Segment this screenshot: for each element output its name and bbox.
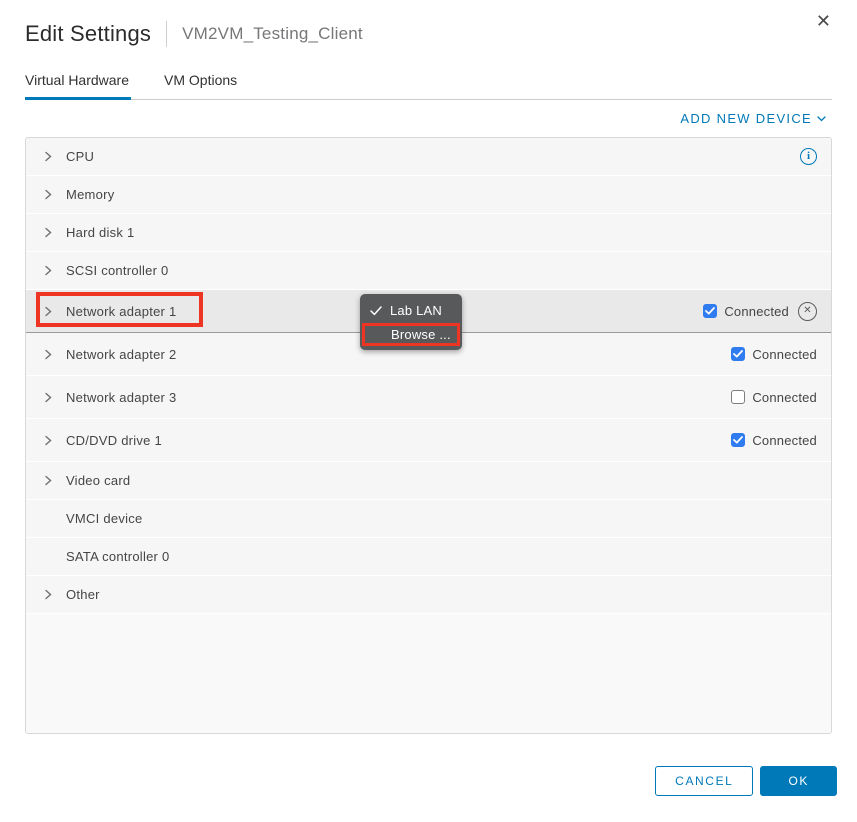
close-icon[interactable]: ✕ xyxy=(812,8,835,34)
device-row[interactable]: Hard disk 1 xyxy=(26,214,831,252)
dialog-footer: CANCEL OK xyxy=(655,766,837,796)
connected-group: Connected xyxy=(731,347,817,362)
device-row[interactable]: VMCI device xyxy=(26,500,831,538)
chevron-right-icon[interactable] xyxy=(44,189,54,201)
chevron-right-icon[interactable] xyxy=(44,589,54,601)
device-row[interactable]: CD/DVD drive 1 Connected xyxy=(26,419,831,462)
device-row-label: SCSI controller 0 xyxy=(66,263,169,278)
chevron-right-icon[interactable] xyxy=(44,348,54,360)
cancel-button[interactable]: CANCEL xyxy=(655,766,753,796)
device-row[interactable]: Other xyxy=(26,576,831,614)
dialog-title: Edit Settings xyxy=(25,21,151,47)
checkmark-icon xyxy=(370,306,383,316)
chevron-down-icon xyxy=(817,116,826,122)
chevron-right-icon[interactable] xyxy=(44,475,54,487)
chevron-right-icon[interactable] xyxy=(44,265,54,277)
connected-checkbox[interactable] xyxy=(731,347,745,361)
device-row[interactable]: Memory xyxy=(26,176,831,214)
device-row-label: Network adapter 3 xyxy=(66,390,176,405)
context-menu-item-label: Browse ... xyxy=(391,327,451,342)
device-row-label: SATA controller 0 xyxy=(66,549,169,564)
device-row[interactable]: CPU i xyxy=(26,138,831,176)
tab-vm-options[interactable]: VM Options xyxy=(164,72,239,100)
connected-label: Connected xyxy=(724,304,789,319)
context-menu-item-label: Lab LAN xyxy=(390,303,442,318)
toolbar: ADD NEW DEVICE xyxy=(25,100,832,137)
empty-area xyxy=(26,614,831,733)
device-row-label: Network adapter 2 xyxy=(66,347,176,362)
network-context-menu: Lab LAN Browse ... xyxy=(360,294,462,350)
chevron-right-icon[interactable] xyxy=(44,227,54,239)
chevron-right-icon[interactable] xyxy=(44,434,54,446)
context-menu-item[interactable]: Lab LAN xyxy=(360,299,462,322)
info-icon[interactable]: i xyxy=(800,148,817,165)
chevron-right-icon[interactable] xyxy=(44,151,54,163)
ok-button[interactable]: OK xyxy=(760,766,837,796)
tab-bar: Virtual Hardware VM Options xyxy=(25,72,832,100)
connected-checkbox[interactable] xyxy=(703,304,717,318)
title-divider xyxy=(166,21,167,47)
connected-group: Connected xyxy=(731,390,817,405)
device-row-label: Other xyxy=(66,587,100,602)
device-row[interactable]: Video card xyxy=(26,462,831,500)
chevron-right-icon[interactable] xyxy=(44,391,54,403)
device-list: CPU i Memory Hard disk 1 SCSI controller… xyxy=(25,137,832,734)
connected-checkbox[interactable] xyxy=(731,390,745,404)
add-new-device-label: ADD NEW DEVICE xyxy=(680,111,812,126)
add-new-device-button[interactable]: ADD NEW DEVICE xyxy=(674,110,832,127)
device-row-label: Memory xyxy=(66,187,114,202)
device-row-label: Network adapter 1 xyxy=(66,304,176,319)
device-row[interactable]: SATA controller 0 xyxy=(26,538,831,576)
device-row[interactable]: Network adapter 3 Connected xyxy=(26,376,831,419)
context-menu-item[interactable]: Browse ... xyxy=(362,323,460,346)
connected-checkbox[interactable] xyxy=(731,433,745,447)
device-row-label: Video card xyxy=(66,473,130,488)
chevron-right-icon[interactable] xyxy=(44,305,54,317)
connected-group: Connected xyxy=(731,433,817,448)
dialog-header: Edit Settings VM2VM_Testing_Client ✕ xyxy=(0,0,857,47)
vm-name: VM2VM_Testing_Client xyxy=(182,24,363,44)
device-row-label: CD/DVD drive 1 xyxy=(66,433,162,448)
remove-device-icon[interactable]: ✕ xyxy=(798,302,817,321)
device-row-label: CPU xyxy=(66,149,94,164)
tab-virtual-hardware[interactable]: Virtual Hardware xyxy=(25,72,131,100)
connected-group: Connected ✕ xyxy=(703,302,817,321)
connected-label: Connected xyxy=(752,433,817,448)
device-row-label: VMCI device xyxy=(66,511,142,526)
connected-label: Connected xyxy=(752,347,817,362)
device-row[interactable]: SCSI controller 0 xyxy=(26,252,831,290)
connected-label: Connected xyxy=(752,390,817,405)
device-row-label: Hard disk 1 xyxy=(66,225,135,240)
